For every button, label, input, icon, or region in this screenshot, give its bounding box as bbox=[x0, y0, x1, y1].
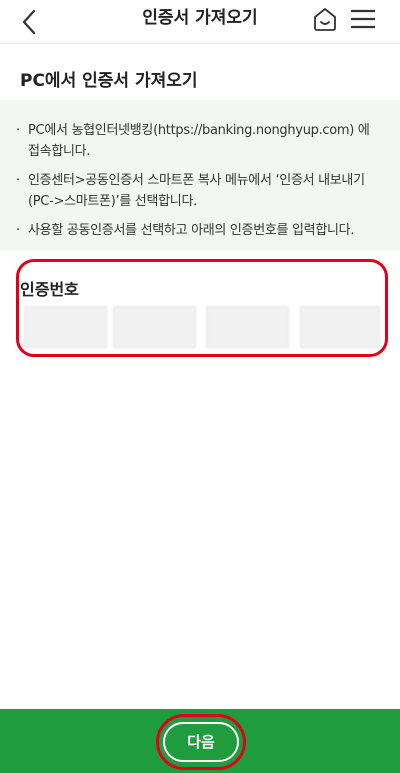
instruction-item: · 인증센터>공동인증서 스마트폰 복사 메뉴에서 ‘인증서 내보내기(PC->스… bbox=[16, 173, 365, 209]
auth-code-fields bbox=[24, 306, 380, 348]
instruction-item: · PC에서 농협인터넷뱅킹(https://banking.nonghyup.c… bbox=[16, 123, 370, 159]
instruction-item: · 사용할 공동인증서를 선택하고 아래의 인증번호를 입력합니다. bbox=[16, 223, 355, 238]
instruction-text: 인증센터>공동인증서 스마트폰 복사 메뉴에서 ‘인증서 내보내기(PC->스마… bbox=[28, 173, 365, 209]
home-icon[interactable] bbox=[312, 6, 338, 32]
auth-code-label: 인증번호 bbox=[20, 280, 79, 299]
auth-code-field-3 bbox=[206, 306, 289, 348]
auth-code-field-4 bbox=[300, 306, 380, 348]
app-header: 인증서 가져오기 bbox=[0, 0, 400, 44]
section-title: PC에서 인증서 가져오기 bbox=[20, 71, 198, 91]
instructions-panel: · PC에서 농협인터넷뱅킹(https://banking.nonghyup.c… bbox=[0, 100, 400, 250]
next-button[interactable]: 다음 bbox=[163, 722, 239, 762]
instruction-text: PC에서 농협인터넷뱅킹(https://banking.nonghyup.co… bbox=[28, 123, 370, 159]
hamburger-menu-icon[interactable] bbox=[348, 6, 378, 32]
instruction-text: 사용할 공동인증서를 선택하고 아래의 인증번호를 입력합니다. bbox=[28, 223, 355, 238]
auth-code-field-1 bbox=[24, 306, 107, 348]
auth-code-field-2 bbox=[113, 306, 196, 348]
page-title: 인증서 가져오기 bbox=[142, 8, 258, 28]
